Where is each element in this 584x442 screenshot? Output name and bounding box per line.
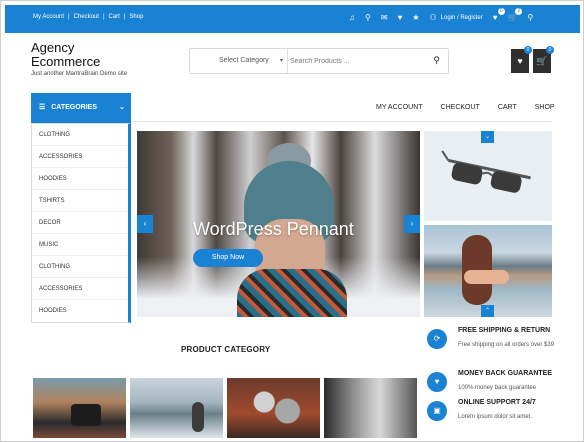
slide-scarf — [237, 269, 347, 317]
search-input[interactable] — [290, 52, 420, 70]
top-links: My Account | Checkout | Cart | Shop — [33, 14, 143, 20]
shop-now-button[interactable]: Shop Now — [193, 249, 263, 267]
heart-icon: ♥ — [427, 372, 447, 392]
top-link-my-account[interactable]: My Account — [33, 14, 64, 20]
top-link-separator: | — [68, 14, 70, 20]
feature-title: ONLINE SUPPORT 24/7 — [458, 399, 536, 406]
product-category-heading: PRODUCT CATEGORY — [181, 345, 271, 354]
login-register-link[interactable]: Login / Register — [441, 15, 483, 21]
main-nav: MY ACCOUNT CHECKOUT CART SHOP — [376, 104, 555, 111]
top-link-separator: | — [102, 14, 105, 20]
category-thumb-lake[interactable] — [130, 378, 223, 438]
lake-figure — [192, 402, 204, 432]
cart-count-badge: 2 — [515, 8, 523, 15]
product-panel-sunglasses[interactable]: ⌄ — [424, 131, 552, 221]
page-frame: My Account | Checkout | Cart | Shop ♫ ⚲ … — [0, 0, 584, 442]
top-bar: My Account | Checkout | Cart | Shop ♫ ⚲ … — [5, 5, 580, 33]
heart-icon[interactable]: ♥ — [398, 13, 403, 22]
category-thumb-bw[interactable] — [324, 378, 417, 438]
search-icon[interactable]: ⚲ — [365, 13, 371, 22]
nav-item-cart[interactable]: CART — [498, 104, 517, 111]
top-link-checkout[interactable]: Checkout — [74, 14, 99, 20]
search-icon[interactable]: ⚲ — [433, 55, 440, 66]
chevron-down-icon: ⌄ — [119, 104, 125, 111]
refresh-icon: ⟳ — [427, 329, 447, 349]
user-icon[interactable]: ⚇ — [429, 13, 436, 22]
category-thumb-decor[interactable] — [227, 378, 320, 438]
category-item[interactable]: CLOTHING — [32, 124, 128, 146]
music-icon[interactable]: ♫ — [349, 13, 355, 22]
nav-item-checkout[interactable]: CHECKOUT — [441, 104, 480, 111]
feature-desc: Free shipping on all orders over $39 — [458, 342, 555, 348]
category-item[interactable]: ACCESSORIES — [32, 146, 128, 168]
category-thumb-camera[interactable] — [33, 378, 126, 438]
category-select-label: Select Category — [219, 57, 269, 64]
wishlist-button[interactable]: ♥ 0 — [511, 46, 532, 73]
category-select[interactable]: Select Category ▾ — [190, 49, 288, 73]
top-icons: ♫ ⚲ ✉ ♥ ★ ⚇ Login / Register ♥ 0 🛒 2 ⚲ — [349, 8, 533, 22]
category-item[interactable]: ACCESSORIES — [32, 278, 128, 300]
support-icon: ▣ — [427, 401, 447, 421]
top-link-separator: | — [123, 14, 126, 20]
panel-scroll-up-button[interactable]: ⌃ — [481, 305, 494, 317]
cart-badge: 0 — [546, 46, 554, 54]
chevron-down-icon: ▾ — [279, 58, 283, 64]
category-list: CLOTHING ACCESSORIES HOODIES TSHIRTS DEC… — [31, 123, 131, 323]
cart-top-icon[interactable]: 🛒 2 — [507, 8, 523, 22]
categories-toggle[interactable]: ☰ CATEGORIES ⌄ — [31, 93, 131, 123]
category-item[interactable]: CLOTHING — [32, 256, 128, 278]
nav-item-my-account[interactable]: MY ACCOUNT — [376, 104, 423, 111]
star-icon[interactable]: ★ — [412, 13, 419, 22]
mail-icon[interactable]: ✉ — [381, 13, 388, 22]
feature-desc: Lorem ipsum dolor sit amet. — [458, 414, 533, 420]
slider-prev-button[interactable]: ‹ — [137, 215, 153, 233]
product-search: Select Category ▾ ⚲ — [189, 48, 449, 74]
product-panel-beach[interactable]: ⌃ — [424, 225, 552, 317]
feature-title: FREE SHIPPING & RETURN — [458, 327, 551, 334]
feature-desc: 100% money back guarantee — [458, 385, 537, 391]
menu-icon: ☰ — [39, 104, 46, 111]
camera-shape — [71, 404, 101, 426]
category-item[interactable]: DECOR — [32, 212, 128, 234]
nav-item-shop[interactable]: SHOP — [535, 104, 555, 111]
category-item[interactable]: HOODIES — [32, 300, 128, 322]
slide-title: WordPress Pennant — [193, 219, 354, 239]
site-title[interactable]: Agency Ecommerce — [31, 41, 111, 69]
heart-icon: ♥ — [517, 56, 523, 66]
category-item[interactable]: HOODIES — [32, 168, 128, 190]
beach-model-legs — [464, 270, 509, 284]
cart-button[interactable]: 🛒 0 — [533, 46, 554, 73]
wishlist-count-badge: 0 — [497, 8, 505, 15]
site-tagline: Just another MantraBrain Demo site — [31, 71, 128, 77]
sunglasses-image — [441, 150, 531, 193]
top-link-shop[interactable]: Shop — [129, 14, 143, 20]
category-item[interactable]: TSHIRTS — [32, 190, 128, 212]
cart-icon: 🛒 — [536, 56, 548, 66]
wishlist-badge: 0 — [524, 46, 532, 54]
panel-scroll-down-button[interactable]: ⌄ — [481, 131, 494, 143]
search-top-icon[interactable]: ⚲ — [527, 13, 533, 22]
top-link-cart[interactable]: Cart — [109, 14, 120, 20]
wishlist-top-icon[interactable]: ♥ 0 — [493, 8, 505, 22]
slider-next-button[interactable]: › — [404, 215, 420, 233]
feature-title: MONEY BACK GUARANTEE — [458, 370, 552, 377]
categories-label: CATEGORIES — [51, 104, 97, 111]
category-item[interactable]: MUSIC — [32, 234, 128, 256]
hero-slider: WordPress Pennant Shop Now ‹ › — [137, 131, 420, 317]
